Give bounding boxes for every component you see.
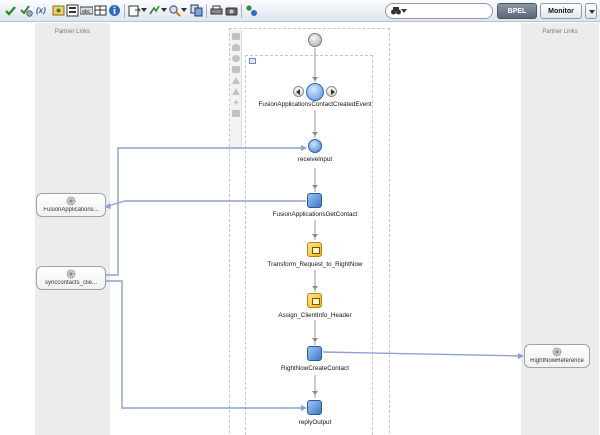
partner-link-rightnow[interactable]: RightNowReference <box>524 344 590 368</box>
wire-create-to-rightnow <box>322 351 524 357</box>
receive-activity-label[interactable]: receiveInput <box>245 156 385 163</box>
pick-activity-icon[interactable] <box>306 83 324 101</box>
partner-link-label: FusionApplications... <box>43 207 99 213</box>
service-gear-icon <box>66 196 76 206</box>
invoke-activity-icon[interactable] <box>307 193 322 208</box>
flow-arrow <box>312 77 318 81</box>
service-gear-icon <box>552 347 562 357</box>
transform-activity-icon[interactable] <box>307 242 322 257</box>
pick-prev-button[interactable] <box>293 86 304 97</box>
receive-activity-icon[interactable] <box>308 139 322 153</box>
assign-activity-label[interactable]: Assign_ClientInfo_Header <box>245 312 385 319</box>
flow-arrow <box>312 234 318 238</box>
transform-activity-label[interactable]: Transform_Request_to_RightNow <box>245 261 385 268</box>
invoke-create-contact-label[interactable]: RightNowCreateContact <box>245 365 385 372</box>
reply-activity-label[interactable]: replyOutput <box>245 419 385 426</box>
pick-next-button[interactable] <box>326 86 337 97</box>
partner-link-fusion[interactable]: FusionApplications... <box>36 193 106 217</box>
wire-sync-to-reply <box>106 280 306 409</box>
wire-arrow <box>301 145 307 151</box>
service-gear-icon <box>66 269 76 279</box>
assign-activity-icon[interactable] <box>307 293 322 308</box>
reply-activity-icon[interactable] <box>307 400 322 415</box>
flow-arrow <box>312 132 318 136</box>
invoke-activity-icon[interactable] <box>307 346 322 361</box>
flow-arrow <box>312 338 318 342</box>
flow-arrow <box>312 286 318 290</box>
partner-link-synccontacts[interactable]: synccontacts_clie... <box>36 266 106 290</box>
pick-activity-label[interactable]: FusionApplicationsContactCreatedEvent <box>245 101 385 108</box>
invoke-get-contact-label[interactable]: FusionApplicationsGetContact <box>245 211 385 218</box>
start-node[interactable] <box>308 33 322 47</box>
wire-getcontact-to-fusion <box>107 200 306 207</box>
partner-link-label: synccontacts_clie... <box>44 280 98 286</box>
flow-arrow <box>312 391 318 395</box>
partner-link-label: RightNowReference <box>530 358 584 364</box>
flow-arrow <box>312 185 318 189</box>
